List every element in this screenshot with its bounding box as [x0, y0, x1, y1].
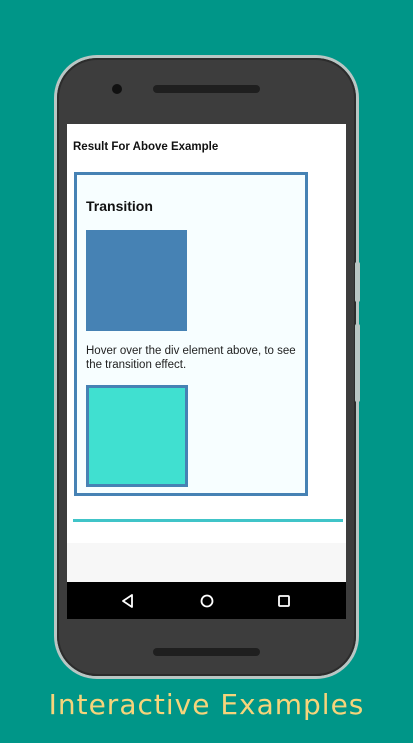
home-icon[interactable] — [198, 592, 216, 610]
section-divider — [73, 519, 343, 522]
back-icon[interactable] — [119, 592, 137, 610]
bottom-panel — [67, 543, 346, 582]
result-heading: Result For Above Example — [73, 141, 219, 153]
phone-screen: Result For Above Example Transition Hove… — [67, 124, 346, 619]
android-nav-bar — [67, 582, 346, 619]
promo-caption: Interactive Examples — [48, 688, 365, 721]
transition-demo-box: Transition Hover over the div element ab… — [74, 172, 308, 496]
transition-hover-square[interactable] — [86, 230, 187, 331]
demo-title: Transition — [86, 198, 153, 214]
earpiece-speaker — [153, 85, 260, 93]
front-camera-icon — [112, 84, 122, 94]
bottom-speaker — [153, 648, 260, 656]
phone-side-button-power — [355, 262, 360, 302]
recent-apps-icon[interactable] — [275, 592, 293, 610]
transition-result-square — [86, 385, 188, 487]
phone-side-button-volume — [355, 324, 360, 402]
demo-hint-text: Hover over the div element above, to see… — [86, 345, 296, 371]
